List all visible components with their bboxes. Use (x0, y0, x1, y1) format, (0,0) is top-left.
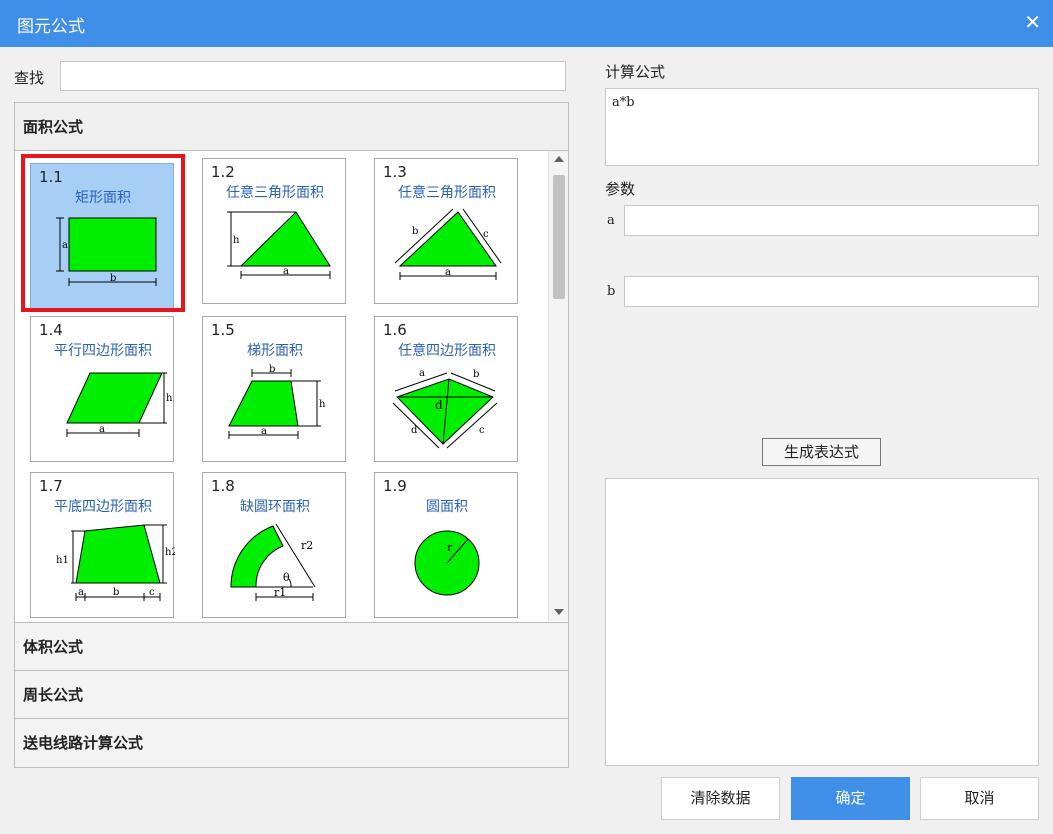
dim-label: d (411, 425, 418, 436)
group-header-volume[interactable]: 体积公式 (15, 623, 568, 671)
dim-label: c (479, 425, 485, 436)
dim-label: θ (283, 571, 290, 584)
dim-label: a (419, 368, 425, 379)
dim-label: d (435, 398, 443, 412)
cancel-button[interactable]: 取消 (920, 777, 1039, 820)
item-number: 1.3 (383, 163, 407, 181)
flat-bottom-quadrilateral-diagram: h1 h2 a b c (56, 524, 175, 601)
item-number: 1.9 (383, 477, 407, 495)
formula-item-1-1[interactable]: 1.1 矩形面积 a b (21, 154, 185, 312)
item-name: 圆面积 (426, 499, 468, 515)
dim-label: b (113, 587, 119, 598)
item-number: 1.2 (211, 163, 235, 181)
generate-expression-button[interactable]: 生成表达式 (762, 438, 881, 466)
dim-label: b (412, 226, 418, 237)
item-name: 缺圆环面积 (240, 499, 310, 515)
group-header-perimeter[interactable]: 周长公式 (15, 671, 568, 719)
dim-label: h (233, 235, 240, 246)
item-name: 任意三角形面积 (398, 185, 496, 201)
item-number: 1.5 (211, 321, 235, 339)
ok-button[interactable]: 确定 (791, 777, 910, 820)
formula-item-1-6[interactable]: 1.6 任意四边形面积 a b d d c (374, 316, 518, 462)
item-name: 任意三角形面积 (226, 185, 324, 201)
title-bar: 图元公式 ✕ (0, 0, 1053, 47)
dim-label: a (445, 267, 451, 278)
dim-label: a (62, 240, 68, 251)
dim-label: h2 (165, 547, 175, 558)
item-number: 1.6 (383, 321, 407, 339)
item-number: 1.7 (39, 477, 63, 495)
dim-label: a (261, 426, 267, 437)
param-b-label: b (607, 284, 616, 299)
formula-item-1-2[interactable]: 1.2 任意三角形面积 h a (202, 158, 346, 304)
group-header-transmission-line[interactable]: 送电线路计算公式 (15, 719, 568, 767)
trapezoid-diagram: b h a (228, 364, 326, 439)
annular-sector-diagram: r2 θ r1 (230, 523, 316, 601)
group-header-area[interactable]: 面积公式 (15, 103, 568, 151)
close-icon[interactable]: ✕ (1024, 10, 1041, 34)
dim-label: b (473, 369, 479, 380)
formula-item-1-7[interactable]: 1.7 平底四边形面积 h1 h2 a b c (30, 472, 175, 618)
expression-result-area[interactable] (605, 478, 1039, 766)
item-number: 1.8 (211, 477, 235, 495)
formula-textarea[interactable]: a*b (605, 88, 1039, 166)
search-label: 查找 (14, 69, 45, 87)
item-name: 任意四边形面积 (398, 343, 496, 359)
scroll-down-icon[interactable] (554, 609, 564, 615)
dim-label: h (319, 399, 326, 410)
search-input[interactable] (60, 61, 566, 91)
item-number: 1.4 (39, 321, 63, 339)
dim-label: r2 (301, 539, 313, 552)
dim-label: c (149, 587, 155, 598)
dim-label: h (166, 393, 173, 404)
param-a-input[interactable] (624, 205, 1039, 236)
triangle-three-sides-diagram: b c a (394, 208, 502, 280)
circle-diagram: r (414, 530, 480, 596)
formula-group-accordion: 面积公式 1.1 矩形面积 a b 1.2 任意三角形面积 h a 1.3 任意… (14, 102, 569, 768)
grid-scrollbar[interactable] (548, 151, 568, 621)
item-name: 平行四边形面积 (54, 343, 152, 359)
clear-data-button[interactable]: 清除数据 (661, 777, 780, 820)
dim-label: b (110, 273, 116, 284)
dim-label: r (447, 541, 453, 554)
scroll-up-icon[interactable] (554, 156, 564, 162)
dim-label: c (483, 229, 489, 240)
formula-grid: 1.1 矩形面积 a b 1.2 任意三角形面积 h a 1.3 任意三角形面积… (15, 151, 568, 623)
formula-item-1-5[interactable]: 1.5 梯形面积 b h a (202, 316, 346, 462)
parallelogram-diagram: h a (66, 372, 173, 437)
item-number: 1.1 (39, 168, 63, 186)
item-name: 平底四边形面积 (54, 499, 152, 515)
formula-item-1-9[interactable]: 1.9 圆面积 r (374, 472, 518, 618)
dim-label: a (78, 587, 84, 598)
param-b-input[interactable] (624, 276, 1039, 307)
formula-item-1-3[interactable]: 1.3 任意三角形面积 b c a (374, 158, 518, 304)
params-label: 参数 (605, 180, 636, 198)
param-a-label: a (607, 213, 615, 228)
triangle-diagram: h a (227, 211, 331, 279)
dim-label: b (269, 364, 275, 375)
formula-item-1-4[interactable]: 1.4 平行四边形面积 h a (30, 316, 174, 462)
rectangle-diagram: a b (56, 217, 157, 286)
dim-label: r1 (274, 586, 286, 599)
item-name: 梯形面积 (247, 343, 303, 359)
scroll-thumb[interactable] (553, 175, 565, 299)
dim-label: h1 (56, 555, 69, 566)
dim-label: a (99, 424, 105, 435)
window-title: 图元公式 (17, 17, 85, 37)
formula-label: 计算公式 (605, 63, 666, 81)
item-name: 矩形面积 (75, 190, 131, 206)
formula-item-1-8[interactable]: 1.8 缺圆环面积 r2 θ r1 (202, 472, 346, 618)
quadrilateral-diagram: a b d d c (392, 368, 498, 449)
dim-label: a (283, 266, 289, 277)
